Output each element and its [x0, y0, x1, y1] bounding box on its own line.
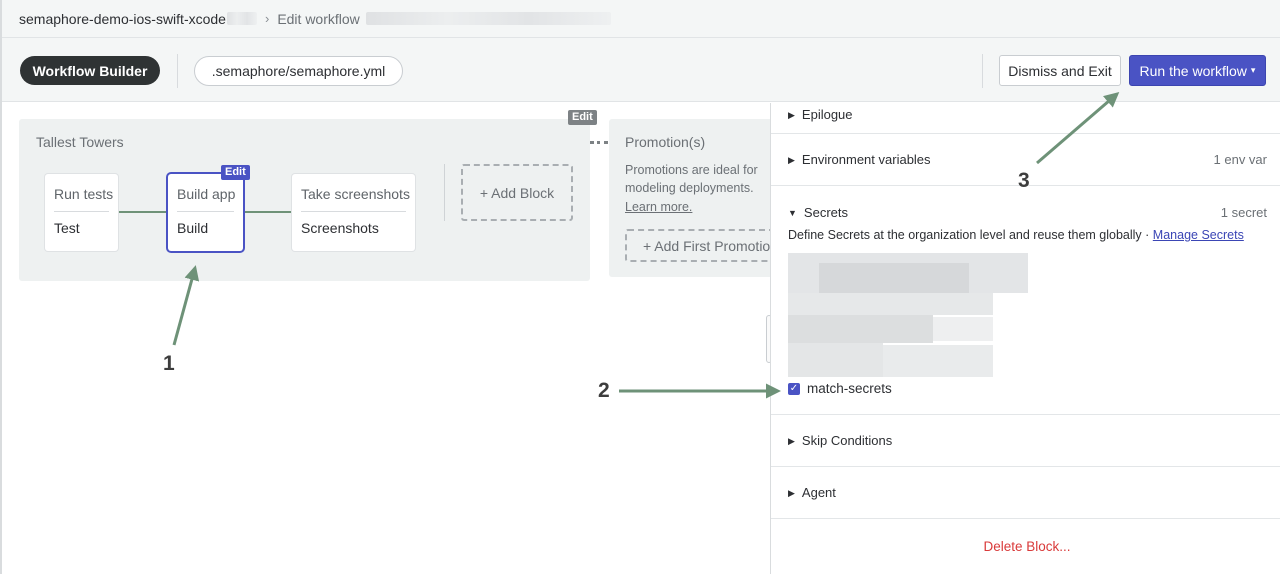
section-agent[interactable]: ▶ Agent: [771, 467, 1280, 519]
triangle-right-icon: ▶: [788, 436, 795, 446]
triangle-right-icon: ▶: [788, 155, 795, 165]
pipeline-name: Tallest Towers: [36, 134, 124, 150]
triangle-down-icon: ▼: [788, 208, 797, 218]
block-job: Screenshots: [301, 220, 379, 236]
block-run-tests[interactable]: Run tests Test: [45, 174, 118, 251]
delete-block-link[interactable]: Delete Block...: [771, 539, 1280, 554]
section-label: Skip Conditions: [801, 433, 893, 448]
promotions-title: Promotion(s): [625, 134, 706, 150]
block-divider: [301, 211, 406, 212]
promotions-description: Promotions are ideal for modeling deploy…: [625, 163, 758, 195]
add-block-button[interactable]: + Add Block: [461, 164, 573, 221]
section-agent-header: ▶ Agent: [788, 485, 836, 500]
block-take-screenshots[interactable]: Take screenshots Screenshots: [292, 174, 415, 251]
block-name: Take screenshots: [301, 186, 410, 202]
redacted-secret: [788, 343, 883, 377]
block-job: Build: [177, 220, 209, 236]
section-label: Environment variables: [801, 152, 931, 167]
pipeline-card[interactable]: Tallest Towers Run tests Test Build app …: [19, 119, 590, 281]
section-skip-conditions[interactable]: ▶ Skip Conditions: [771, 415, 1280, 467]
redacted-secret: [788, 315, 933, 343]
triangle-right-icon: ▶: [788, 488, 795, 498]
annotation-number-3: 3: [1018, 169, 1030, 192]
yaml-file-tab[interactable]: .semaphore/semaphore.yml: [194, 56, 403, 86]
promotion-connector: [590, 141, 608, 144]
annotation-number-2: 2: [598, 379, 610, 402]
section-secrets-header[interactable]: ▼ Secrets: [788, 205, 848, 220]
pipeline-divider: [444, 164, 445, 221]
section-epilogue[interactable]: ▶ Epilogue: [771, 81, 1280, 134]
workflow-builder-button[interactable]: Workflow Builder: [20, 56, 160, 85]
block-name: Run tests: [54, 186, 114, 202]
env-var-count: 1 env var: [1213, 152, 1267, 167]
redacted-secret: [883, 345, 993, 377]
section-epilogue-header: ▶ Epilogue: [788, 107, 853, 122]
breadcrumb-current: Edit workflow: [277, 10, 360, 27]
block-connector: [243, 211, 293, 213]
section-skip-header: ▶ Skip Conditions: [788, 433, 892, 448]
breadcrumb: semaphore-demo-ios-swift-xcode › Edit wo…: [2, 0, 1280, 38]
learn-more-link[interactable]: Learn more.: [625, 200, 692, 214]
workflow-canvas: Tallest Towers Run tests Test Build app …: [2, 103, 770, 574]
checkbox-checked-icon[interactable]: ✓: [788, 382, 800, 395]
toolbar-divider: [177, 54, 178, 88]
section-label: Epilogue: [801, 107, 853, 122]
breadcrumb-separator: ›: [264, 11, 270, 26]
redacted-workflow-name: [365, 12, 611, 25]
workflow-editor: semaphore-demo-ios-swift-xcode › Edit wo…: [0, 0, 1280, 574]
chevron-down-icon: ▾: [1250, 65, 1256, 75]
block-name: Build app: [177, 186, 236, 202]
manage-secrets-link[interactable]: Manage Secrets: [1153, 228, 1244, 242]
add-first-promotion-button[interactable]: + Add First Promotion: [625, 229, 770, 262]
block-build-app[interactable]: Build app Build: [168, 174, 243, 251]
pipeline-edit-badge[interactable]: Edit: [568, 110, 597, 125]
redacted-secret: [933, 317, 993, 341]
run-workflow-label: Run the workflow: [1139, 62, 1247, 79]
secrets-description-text: Define Secrets at the organization level…: [788, 228, 1153, 242]
promotions-card: Promotion(s) Promotions are ideal for mo…: [609, 119, 770, 277]
section-label: Secrets: [803, 205, 848, 220]
secret-checkbox-row[interactable]: ✓ match-secrets: [788, 381, 892, 396]
secrets-description: Define Secrets at the organization level…: [788, 228, 1244, 242]
triangle-right-icon: ▶: [788, 110, 795, 120]
redacted-secret: [819, 263, 969, 293]
block-connector: [119, 211, 168, 213]
section-label: Agent: [801, 485, 836, 500]
block-divider: [177, 211, 234, 212]
block-edit-badge[interactable]: Edit: [221, 165, 250, 180]
block-divider: [54, 211, 109, 212]
breadcrumb-project-link[interactable]: semaphore-demo-ios-swift-xcode: [19, 11, 226, 27]
secret-count: 1 secret: [1220, 205, 1267, 220]
annotation-number-1: 1: [163, 352, 175, 375]
secret-name: match-secrets: [807, 381, 892, 396]
redacted-branch: [226, 12, 257, 25]
redacted-secret: [788, 293, 993, 315]
section-env-header: ▶ Environment variables: [788, 152, 931, 167]
block-job: Test: [54, 220, 80, 236]
